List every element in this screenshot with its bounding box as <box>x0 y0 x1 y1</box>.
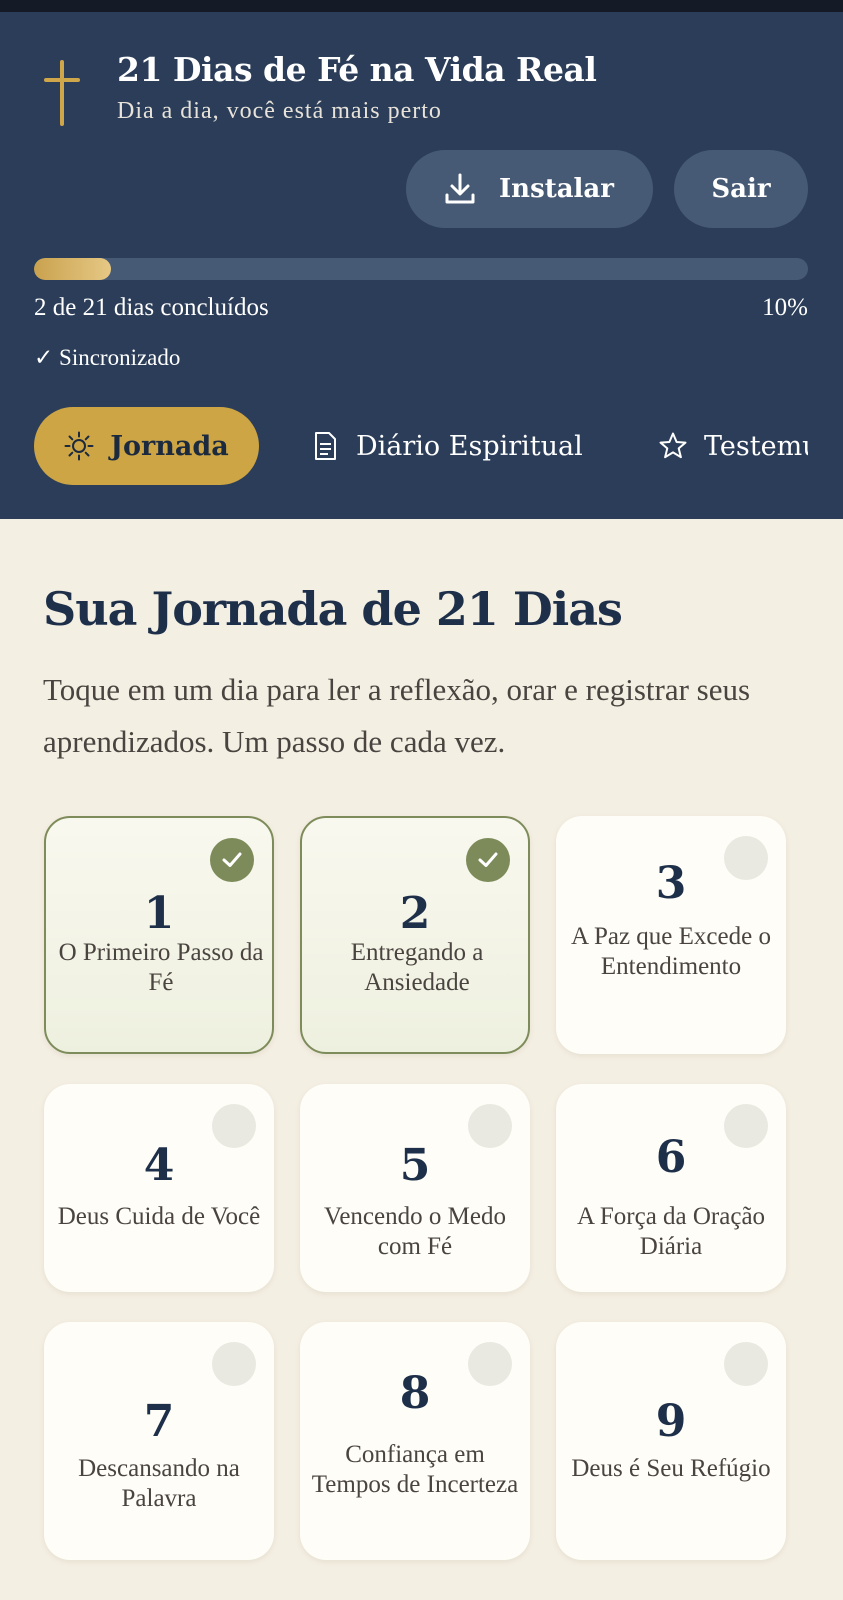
tab-testimonies[interactable]: Testemunhos <box>658 407 808 485</box>
day-card-7[interactable]: 7 Descansando na Palavra <box>44 1322 274 1560</box>
document-icon <box>315 432 336 460</box>
exit-button[interactable]: Sair <box>674 150 808 228</box>
exit-button-label: Sair <box>711 174 771 204</box>
day-card-1[interactable]: 1 O Primeiro Passo da Fé <box>44 816 274 1054</box>
day-card-9[interactable]: 9 Deus é Seu Refúgio <box>556 1322 786 1560</box>
install-button-label: Instalar <box>499 174 614 204</box>
day-title: Deus é Seu Refúgio <box>571 1455 771 1482</box>
day-title: Descansando na Palavra <box>78 1455 240 1512</box>
status-bar-strip <box>0 0 843 12</box>
check-icon <box>210 838 254 882</box>
progress-percent: 10% <box>762 294 808 321</box>
day-title: Entregando a Ansiedade <box>350 939 484 996</box>
day-number: 9 <box>655 1396 687 1447</box>
progress-bar <box>34 258 808 280</box>
day-number: 5 <box>399 1140 431 1191</box>
day-title: A Força da Oração Diária <box>576 1203 766 1260</box>
app-header: 21 Dias de Fé na Vida Real Dia a dia, vo… <box>0 12 843 519</box>
tab-spiritual-diary[interactable]: Diário Espiritual <box>310 407 583 485</box>
day-card-2[interactable]: 2 Entregando a Ansiedade <box>300 816 530 1054</box>
day-card-6[interactable]: 6 A Força da Oração Diária <box>556 1084 786 1292</box>
completion-indicator <box>212 1342 256 1386</box>
completion-indicator <box>724 1342 768 1386</box>
page-title: Sua Jornada de 21 Dias <box>43 582 623 636</box>
day-title: Confiança em Tempos de Incerteza <box>311 1441 519 1498</box>
day-number: 4 <box>143 1140 175 1191</box>
cross-icon <box>44 60 80 126</box>
app-title: 21 Dias de Fé na Vida Real <box>117 50 597 89</box>
day-card-8[interactable]: 8 Confiança em Tempos de Incerteza <box>300 1322 530 1560</box>
day-number: 8 <box>399 1368 431 1419</box>
app-subtitle: Dia a dia, você está mais perto <box>117 98 442 124</box>
check-icon <box>466 838 510 882</box>
sun-icon <box>64 431 94 461</box>
day-title: O Primeiro Passo da Fé <box>58 939 264 996</box>
day-number: 2 <box>399 888 431 939</box>
day-card-3[interactable]: 3 A Paz que Excede o Entendimento <box>556 816 786 1054</box>
tab-journey[interactable]: Jornada <box>34 407 259 485</box>
day-title: Vencendo o Medo com Fé <box>324 1203 506 1260</box>
tab-testimonies-label: Testemunhos <box>704 430 808 462</box>
progress-bar-fill <box>34 258 112 280</box>
progress-text: 2 de 21 dias concluídos <box>34 294 269 321</box>
day-title: A Paz que Excede o Entendimento <box>571 923 771 980</box>
download-icon <box>445 173 475 204</box>
day-number: 6 <box>655 1132 687 1183</box>
day-card-4[interactable]: 4 Deus Cuida de Você <box>44 1084 274 1292</box>
tab-journey-label: Jornada <box>110 430 229 462</box>
sync-status: ✓ Sincronizado <box>34 345 181 370</box>
install-button[interactable]: Instalar <box>406 150 653 228</box>
day-number: 7 <box>143 1396 175 1447</box>
day-title: Deus Cuida de Você <box>57 1203 261 1230</box>
tab-spiritual-diary-label: Diário Espiritual <box>356 430 583 462</box>
day-card-5[interactable]: 5 Vencendo o Medo com Fé <box>300 1084 530 1292</box>
page-description: Toque em um dia para ler a reflexão, ora… <box>43 672 751 759</box>
star-icon <box>659 432 687 459</box>
day-number: 1 <box>143 888 175 939</box>
day-number: 3 <box>655 858 687 909</box>
tab-bar: Jornada Diário Espiritual Testemunhos <box>34 407 808 487</box>
